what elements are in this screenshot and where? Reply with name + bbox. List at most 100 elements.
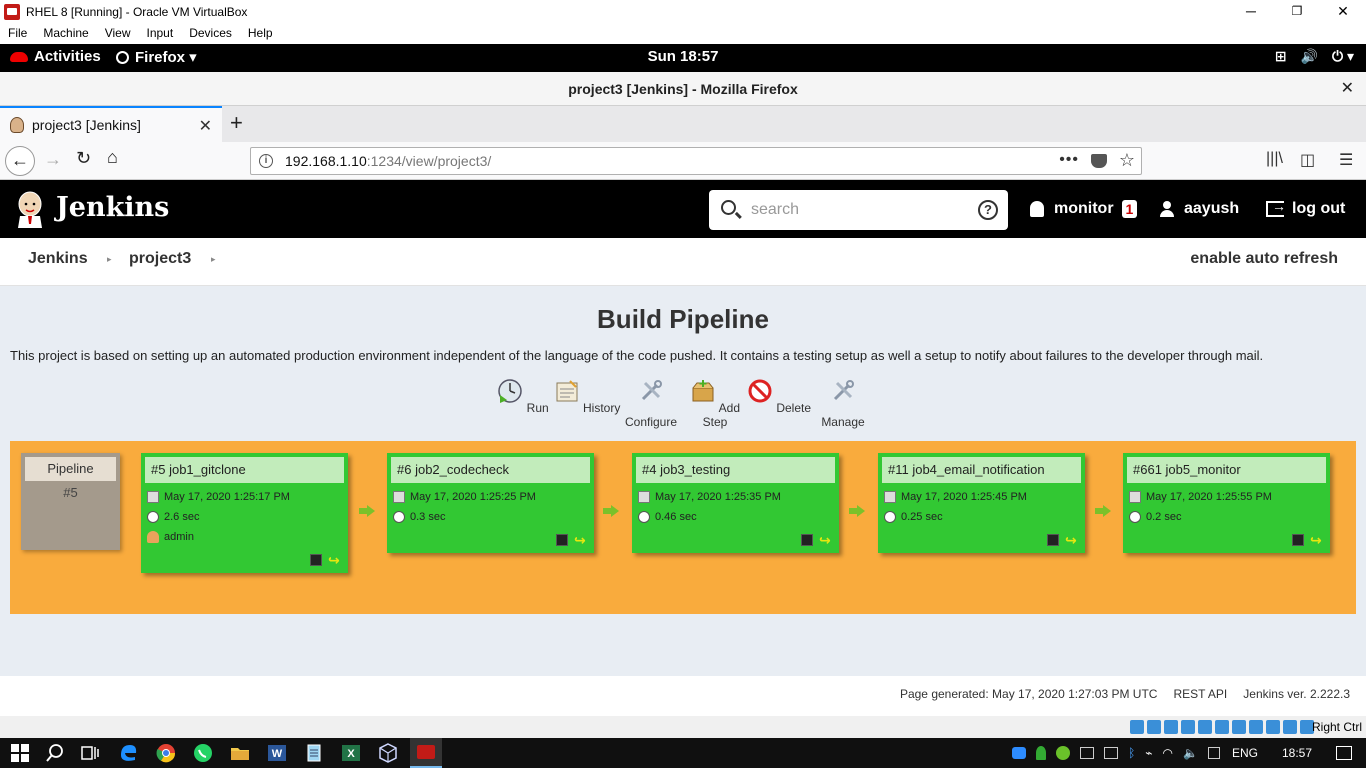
jenkins-brand[interactable]: Jenkins [56, 192, 169, 223]
back-button[interactable]: ← [5, 146, 35, 176]
restore-button[interactable]: ❐ [1274, 0, 1320, 24]
edge-icon[interactable] [118, 743, 138, 763]
system-tray[interactable]: ⊞ 🔊 ⏻ ▾ [1275, 48, 1354, 65]
menu-help[interactable]: Help [240, 24, 281, 44]
page-actions-menu[interactable]: ••• [1059, 147, 1079, 173]
manage-button[interactable]: Manage [808, 378, 878, 429]
tools-icon[interactable] [1104, 747, 1119, 759]
optical-drive-icon[interactable] [1147, 720, 1161, 734]
configure-button[interactable]: Configure [616, 378, 686, 429]
task-view-icon[interactable] [80, 743, 100, 763]
recording-icon[interactable] [1249, 720, 1263, 734]
taskbar-clock[interactable]: 18:57 [1282, 746, 1312, 760]
history-button[interactable]: History [552, 378, 622, 415]
delete-button[interactable]: Delete [744, 378, 814, 415]
job-name-link[interactable]: #5 job1_gitclone [145, 457, 344, 483]
breadcrumb-separator[interactable]: ▸ [211, 254, 216, 265]
vbox-device-icons[interactable] [1130, 720, 1314, 734]
new-tab-button[interactable]: + [230, 110, 243, 136]
pipeline-revision-box[interactable]: Pipeline #5 [21, 453, 120, 550]
device-icon[interactable] [1080, 747, 1095, 759]
notifications-icon[interactable] [1336, 746, 1352, 760]
job-card[interactable]: #6 job2_codecheck May 17, 2020 1:25:25 P… [387, 453, 594, 553]
network-icon[interactable] [1181, 720, 1195, 734]
run-button[interactable]: Run [488, 378, 558, 415]
home-button[interactable]: ⌂ [107, 147, 118, 168]
virtualbox-taskbar-icon[interactable] [378, 743, 398, 763]
rerun-icon[interactable]: ↪ [1310, 533, 1324, 547]
help-icon[interactable]: ? [978, 200, 998, 220]
console-icon[interactable] [310, 554, 322, 566]
rerun-icon[interactable]: ↪ [574, 533, 588, 547]
file-explorer-icon[interactable] [230, 743, 250, 763]
job-name-link[interactable]: #11 job4_email_notification [882, 457, 1081, 483]
display-icon[interactable] [1232, 720, 1246, 734]
menu-view[interactable]: View [97, 24, 139, 44]
search-input[interactable] [751, 198, 961, 222]
user-link[interactable]: aayush [1160, 200, 1239, 218]
windows-start-icon[interactable] [10, 743, 30, 763]
job-name-link[interactable]: #4 job3_testing [636, 457, 835, 483]
close-window-button[interactable]: ✕ [1320, 0, 1366, 24]
mouse-integration-icon[interactable] [1283, 720, 1297, 734]
jenkins-version-link[interactable]: Jenkins ver. 2.222.3 [1243, 687, 1350, 701]
excel-icon[interactable]: X [341, 743, 361, 763]
bookmark-star-icon[interactable]: ☆ [1119, 147, 1135, 173]
minimize-button[interactable]: ─ [1228, 0, 1274, 24]
breadcrumb-project3[interactable]: project3 [129, 250, 191, 268]
tab-close-icon[interactable]: ✕ [199, 116, 212, 136]
rerun-icon[interactable]: ↪ [328, 553, 342, 567]
job-card[interactable]: #5 job1_gitclone May 17, 2020 1:25:17 PM… [141, 453, 348, 573]
menu-input[interactable]: Input [139, 24, 182, 44]
mouse-icon[interactable] [1036, 746, 1047, 760]
gnome-clock[interactable]: Sun 18:57 [0, 48, 1366, 65]
keyboard-layout-icon[interactable] [1207, 747, 1220, 759]
rerun-icon[interactable]: ↪ [1065, 533, 1079, 547]
breadcrumb-jenkins[interactable]: Jenkins [28, 250, 88, 268]
hamburger-menu-icon[interactable]: ☰ [1339, 150, 1353, 170]
menu-devices[interactable]: Devices [181, 24, 240, 44]
enable-auto-refresh-link[interactable]: enable auto refresh [1190, 250, 1338, 268]
rhel-vm-taskbar-button[interactable] [410, 738, 442, 768]
job-name-link[interactable]: #6 job2_codecheck [391, 457, 590, 483]
rest-api-link[interactable]: REST API [1173, 687, 1227, 701]
utorrent-icon[interactable] [1056, 746, 1071, 760]
job-card[interactable]: #4 job3_testing May 17, 2020 1:25:35 PM … [632, 453, 839, 553]
reload-button[interactable]: ↻ [76, 148, 91, 169]
monitor-notifications[interactable]: monitor 1 [1030, 200, 1138, 218]
logout-link[interactable]: log out [1266, 198, 1345, 218]
whatsapp-icon[interactable] [193, 743, 213, 763]
audio-icon[interactable] [1164, 720, 1178, 734]
speaker-icon[interactable]: 🔈 [1183, 746, 1198, 760]
notepad-icon[interactable] [304, 743, 324, 763]
menu-file[interactable]: File [0, 24, 35, 44]
console-icon[interactable] [1292, 534, 1304, 546]
battery-icon[interactable]: ⌁ [1145, 746, 1152, 760]
word-icon[interactable]: W [267, 743, 287, 763]
add-step-button[interactable]: Add Step [680, 378, 750, 429]
menu-machine[interactable]: Machine [35, 24, 96, 44]
language-indicator[interactable]: ENG [1232, 746, 1258, 760]
breadcrumb-separator[interactable]: ▸ [107, 254, 112, 265]
activities-button[interactable]: Activities [10, 48, 101, 65]
sidebar-icon[interactable]: ◫ [1300, 150, 1315, 170]
cpu-icon[interactable] [1266, 720, 1280, 734]
firefox-app-menu[interactable]: Firefox ▾ [116, 48, 197, 66]
zoom-icon[interactable] [1012, 747, 1027, 759]
job-card[interactable]: #11 job4_email_notification May 17, 2020… [878, 453, 1085, 553]
usb-icon[interactable] [1198, 720, 1212, 734]
chrome-icon[interactable] [156, 743, 176, 763]
console-icon[interactable] [556, 534, 568, 546]
forward-button[interactable]: → [44, 149, 62, 170]
job-name-link[interactable]: #661 job5_monitor [1127, 457, 1326, 483]
search-icon[interactable] [45, 743, 65, 763]
jenkins-logo[interactable] [14, 190, 46, 228]
job-card[interactable]: #661 job5_monitor May 17, 2020 1:25:55 P… [1123, 453, 1330, 553]
shared-folder-icon[interactable] [1215, 720, 1229, 734]
library-icon[interactable]: |||\ [1266, 150, 1283, 168]
rerun-icon[interactable]: ↪ [819, 533, 833, 547]
pocket-icon[interactable] [1091, 154, 1107, 168]
console-icon[interactable] [1047, 534, 1059, 546]
disk-icon[interactable] [1130, 720, 1144, 734]
bluetooth-icon[interactable]: ᛒ [1128, 746, 1135, 760]
